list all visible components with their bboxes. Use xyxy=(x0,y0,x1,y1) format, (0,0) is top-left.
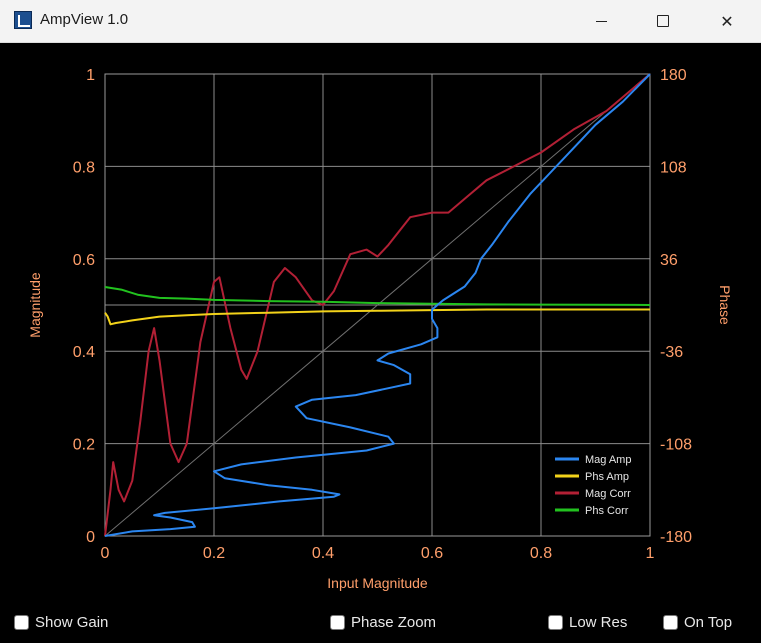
show-gain-checkbox[interactable]: Show Gain xyxy=(14,614,108,631)
legend: Mag Amp Phs Amp Mag Corr Phs Corr xyxy=(555,454,631,517)
y-right-tick-label: 180 xyxy=(660,67,687,84)
x-tick-label: 0 xyxy=(101,545,110,562)
y-axis-right-label: Phase xyxy=(717,285,733,325)
series-line-phs-amp xyxy=(104,308,650,326)
y-left-tick-label: 0 xyxy=(86,529,95,546)
minimize-button[interactable] xyxy=(578,0,624,42)
x-tick-label: 1 xyxy=(646,545,655,562)
x-axis-label: Input Magnitude xyxy=(327,575,428,591)
y-right-tick-label: -36 xyxy=(660,344,683,361)
y-left-tick-label: 1 xyxy=(86,67,95,84)
y-right-tick-label: -108 xyxy=(660,437,692,454)
on-top-checkbox[interactable]: On Top xyxy=(663,614,732,631)
title-bar[interactable]: AmpView 1.0 ✕ xyxy=(0,0,761,43)
y-right-tick-label: 36 xyxy=(660,252,678,269)
options-bar: Show Gain Phase Zoom Low Res On Top xyxy=(0,600,761,643)
y-left-tick-label: 0.2 xyxy=(73,437,95,454)
maximize-icon xyxy=(657,15,669,27)
legend-label: Phs Corr xyxy=(585,505,629,517)
chart-svg: 00 -180 0.2 0.2 -108 0.4 0.4 -36 0.6 0.6 36 0.8 0.8 1… xyxy=(27,67,733,591)
x-tick-label: 0.4 xyxy=(312,545,334,562)
phase-zoom-label: Phase Zoom xyxy=(351,614,437,631)
chart-area: 0 0 -180 0.2 0.2 -108 0.4 0.4 -36 0.6 0.6 36 0.8 0.8 1… xyxy=(0,43,761,600)
x-tick-label: 0.2 xyxy=(203,545,225,562)
maximize-button[interactable] xyxy=(640,0,686,42)
legend-label: Mag Corr xyxy=(585,488,631,500)
checkbox-icon[interactable] xyxy=(663,615,678,630)
y-left-tick-label: 0.6 xyxy=(73,252,95,269)
series-line-phs-corr xyxy=(104,286,651,306)
checkbox-icon[interactable] xyxy=(14,615,29,630)
x-tick-label: 0.6 xyxy=(421,545,443,562)
y-axis-left-label: Magnitude xyxy=(27,272,43,338)
phase-zoom-checkbox[interactable]: Phase Zoom xyxy=(330,614,436,631)
show-gain-label: Show Gain xyxy=(35,614,109,631)
x-tick-label: 0.8 xyxy=(530,545,552,562)
checkbox-icon[interactable] xyxy=(548,615,563,630)
low-res-label: Low Res xyxy=(569,614,628,631)
legend-label: Mag Amp xyxy=(585,454,631,466)
close-icon: ✕ xyxy=(720,11,734,31)
checkbox-icon[interactable] xyxy=(330,615,345,630)
low-res-checkbox[interactable]: Low Res xyxy=(548,614,627,631)
y-left-tick-label: 0.8 xyxy=(73,159,95,176)
app-icon xyxy=(14,11,32,29)
on-top-label: On Top xyxy=(684,614,733,631)
legend-label: Phs Amp xyxy=(585,471,629,483)
minimize-icon xyxy=(595,20,607,22)
y-right-tick-label: -180 xyxy=(660,529,692,546)
y-left-tick-label: 0.4 xyxy=(73,344,95,361)
window-title: AmpView 1.0 xyxy=(40,11,129,28)
close-button[interactable]: ✕ xyxy=(704,0,750,42)
y-right-tick-label: 108 xyxy=(660,159,687,176)
